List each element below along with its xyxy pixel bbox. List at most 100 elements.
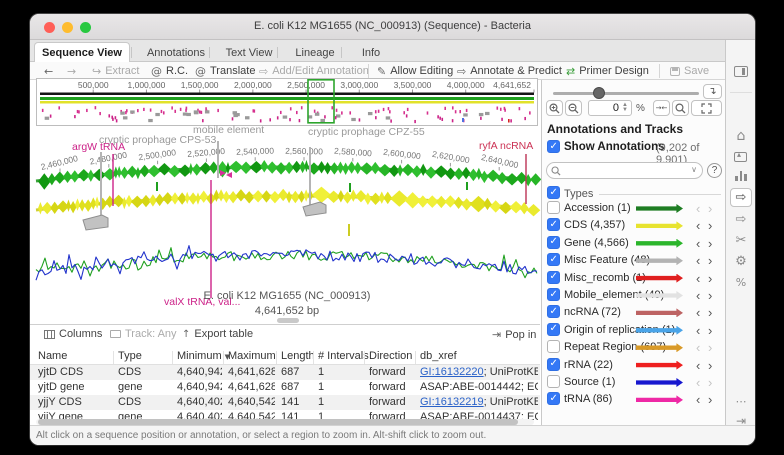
- forward-arrow-icon: →: [67, 64, 77, 78]
- next-annotation-arrow[interactable]: ›: [708, 374, 712, 391]
- help-button[interactable]: ?: [707, 163, 722, 178]
- type-label: rRNA (22): [564, 358, 613, 371]
- type-checkbox[interactable]: [547, 357, 560, 371]
- zoom-slider-handle[interactable]: [593, 87, 605, 99]
- type-checkbox[interactable]: [547, 375, 560, 388]
- tab-sequence-view[interactable]: Sequence View: [34, 42, 130, 63]
- next-annotation-arrow[interactable]: ›: [708, 252, 712, 269]
- type-checkbox[interactable]: [547, 235, 560, 249]
- table-row[interactable]: yjjY CDS CDS 4,640,402 4,640,542 141 1 forward…: [30, 395, 540, 410]
- annotations-arrow-icon[interactable]: ⇨: [730, 188, 752, 207]
- column-header-length[interactable]: Length: [281, 350, 315, 362]
- search-icon: [551, 166, 561, 176]
- type-checkbox[interactable]: [547, 392, 560, 406]
- present-view-icon[interactable]: [734, 150, 747, 162]
- zoom-in-button[interactable]: [546, 100, 563, 116]
- column-header-db_xref[interactable]: db_xref: [420, 350, 457, 362]
- tab-text-view[interactable]: Text View: [218, 43, 280, 62]
- prev-annotation-arrow[interactable]: ‹: [696, 287, 700, 304]
- chevron-down-icon[interactable]: ∨: [691, 165, 697, 174]
- db-xref-link[interactable]: GI:16132219: [420, 396, 484, 408]
- prev-annotation-arrow[interactable]: ‹: [696, 322, 700, 339]
- primer-design-icon: ⇄: [566, 64, 576, 78]
- annotation-label-mobile-element[interactable]: mobile element: [193, 124, 264, 136]
- bar-chart-icon[interactable]: [735, 170, 747, 181]
- type-checkbox[interactable]: [547, 201, 560, 214]
- pop-in-button[interactable]: ⇥ Pop in: [492, 328, 536, 341]
- cell-name: yjtD CDS: [38, 366, 84, 378]
- zoom-out-button[interactable]: [565, 100, 582, 116]
- track-filter-button[interactable]: Track: Any: [110, 328, 177, 340]
- prev-annotation-arrow[interactable]: ‹: [696, 252, 700, 269]
- tab-lineage[interactable]: Lineage: [286, 43, 344, 62]
- next-annotation-arrow[interactable]: ›: [708, 322, 712, 339]
- splitter-drag-handle[interactable]: [277, 318, 299, 323]
- genome-overview[interactable]: 500,000 1,000,000 1,500,000 2,000,000 2,500,…: [36, 78, 538, 126]
- primer-design-button[interactable]: ⇄ Primer Design: [566, 62, 649, 80]
- next-annotation-arrow[interactable]: ›: [708, 357, 712, 374]
- next-annotation-arrow[interactable]: ›: [708, 235, 712, 252]
- next-annotation-arrow[interactable]: ›: [708, 287, 712, 304]
- search-input[interactable]: [565, 164, 683, 177]
- zoom-percent-input[interactable]: [591, 101, 619, 115]
- svg-text:3,000,000: 3,000,000: [340, 80, 378, 90]
- zoom-slider[interactable]: [553, 87, 699, 99]
- cell-maximum: 4,641,628: [228, 366, 275, 378]
- stepper-arrows[interactable]: ▲ ▼: [621, 102, 629, 114]
- cell-direction: forward: [369, 396, 406, 408]
- column-header-maximum[interactable]: Maximum: [228, 350, 276, 362]
- annotate-strip-icon[interactable]: ⇨: [726, 212, 755, 227]
- wrap-view-button[interactable]: ↴: [703, 84, 722, 99]
- type-checkbox[interactable]: [547, 305, 560, 319]
- next-annotation-arrow[interactable]: ›: [708, 391, 712, 408]
- save-button[interactable]: Save: [670, 62, 709, 80]
- scissors-icon[interactable]: ✂: [726, 233, 755, 248]
- percent-icon[interactable]: %: [726, 276, 755, 289]
- type-checkbox[interactable]: [547, 288, 560, 301]
- more-options-icon[interactable]: ⋯: [726, 395, 755, 408]
- type-checkbox[interactable]: [547, 218, 560, 232]
- prev-annotation-arrow[interactable]: ‹: [696, 339, 700, 356]
- full-zoom-button[interactable]: [691, 100, 722, 116]
- annotation-label-ryfa-ncrna[interactable]: ryfA ncRNA: [479, 140, 533, 152]
- column-header-direction[interactable]: Direction: [369, 350, 412, 362]
- column-header-name[interactable]: Name: [38, 350, 67, 362]
- table-row[interactable]: yjtD gene gene 4,640,942 4,641,628 687 1 forwa…: [30, 380, 540, 395]
- zoom-to-fit-button[interactable]: [672, 100, 689, 116]
- column-separator: [313, 351, 314, 364]
- prev-annotation-arrow[interactable]: ‹: [696, 235, 700, 252]
- type-checkbox[interactable]: [547, 322, 560, 336]
- column-header-type[interactable]: Type: [118, 350, 142, 362]
- prev-annotation-arrow[interactable]: ‹: [696, 304, 700, 321]
- types-checkbox[interactable]: [547, 186, 560, 199]
- type-checkbox[interactable]: [547, 253, 560, 267]
- type-checkbox[interactable]: [547, 270, 560, 284]
- prev-annotation-arrow[interactable]: ‹: [696, 270, 700, 287]
- cell-name: yjtD gene: [38, 381, 85, 393]
- prev-annotation-arrow[interactable]: ‹: [696, 374, 700, 391]
- next-annotation-arrow[interactable]: ›: [708, 217, 712, 234]
- zoom-to-selection-button[interactable]: →←: [653, 100, 670, 116]
- next-annotation-arrow[interactable]: ›: [708, 200, 712, 217]
- gear-icon[interactable]: ⚙: [726, 254, 755, 269]
- column-header-intervals[interactable]: # Intervals: [318, 350, 369, 362]
- export-table-button[interactable]: ↑ Export table: [182, 328, 253, 340]
- prev-annotation-arrow[interactable]: ‹: [696, 217, 700, 234]
- next-annotation-arrow[interactable]: ›: [708, 270, 712, 287]
- tab-info[interactable]: Info: [350, 43, 392, 62]
- prev-annotation-arrow[interactable]: ‹: [696, 200, 700, 217]
- prev-annotation-arrow[interactable]: ‹: [696, 391, 700, 408]
- show-annotations-checkbox[interactable]: [547, 140, 560, 153]
- home-icon[interactable]: ⌂: [726, 128, 755, 144]
- next-annotation-arrow[interactable]: ›: [708, 339, 712, 356]
- db-xref-link[interactable]: GI:16132220: [420, 366, 484, 378]
- next-annotation-arrow[interactable]: ›: [708, 304, 712, 321]
- tab-annotations[interactable]: Annotations: [140, 43, 212, 62]
- annotation-label-cpz55[interactable]: cryptic prophage CPZ-55: [308, 126, 425, 138]
- columns-button[interactable]: Columns: [44, 328, 102, 340]
- sequence-detail-view[interactable]: 2,460,000 2,480,000 2,500,000 2,520,000 2,54…: [35, 124, 542, 324]
- panel-toggle-icon[interactable]: [734, 66, 748, 77]
- table-row[interactable]: yjtD CDS CDS 4,640,942 4,641,628 687 1 forward…: [30, 365, 540, 380]
- prev-annotation-arrow[interactable]: ‹: [696, 357, 700, 374]
- type-checkbox[interactable]: [547, 340, 560, 354]
